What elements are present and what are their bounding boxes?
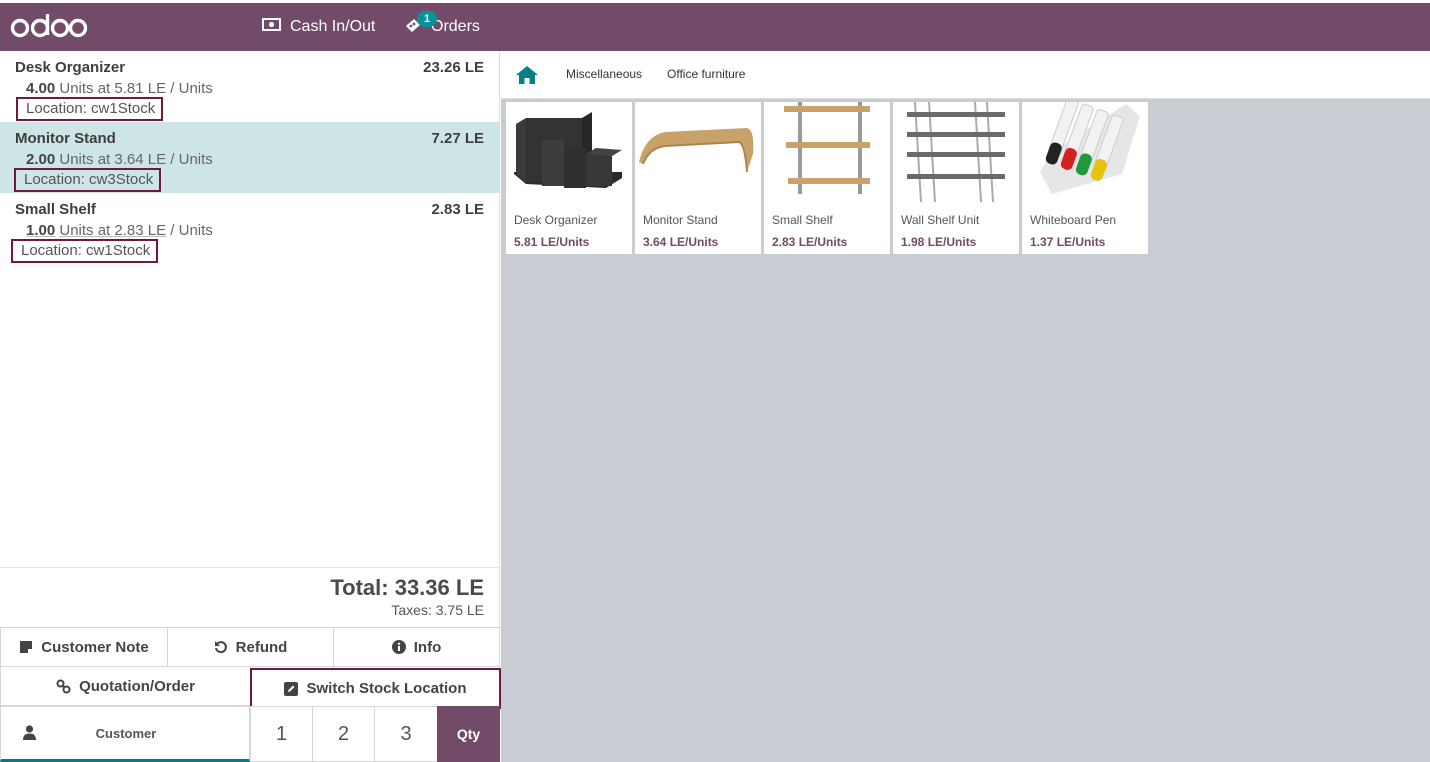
order-line-info: 2.00 Units at 3.64 LE / Units <box>26 151 213 168</box>
desk-organizer-image <box>514 112 622 188</box>
product-card-wall-shelf-unit[interactable]: Wall Shelf Unit 1.98 LE/Units <box>893 102 1019 254</box>
order-line-location: Location: cw1Stock <box>16 97 164 121</box>
product-card-monitor-stand[interactable]: Monitor Stand 3.64 LE/Units <box>635 102 761 254</box>
product-card-desk-organizer[interactable]: Desk Organizer 5.81 LE/Units <box>506 102 632 254</box>
customer-label: Customer <box>95 726 157 741</box>
sticky-note-icon <box>19 640 33 654</box>
order-line-qty: 2.00 <box>26 151 56 168</box>
info-button[interactable]: Info <box>333 627 500 667</box>
category-office-furniture[interactable]: Office furniture <box>667 67 745 81</box>
home-icon[interactable] <box>515 65 539 90</box>
order-line[interactable]: Desk Organizer 23.26 LE 4.00 Units at 5.… <box>0 51 500 122</box>
whiteboard-pen-image <box>1040 102 1140 194</box>
top-navbar: Cash In/Out 1 Orders <box>0 3 1430 51</box>
numpad-key-3[interactable]: 3 <box>374 706 438 762</box>
order-summary: Total: 33.36 LE Taxes: 3.75 LE <box>0 567 500 627</box>
monitor-stand-image <box>639 128 754 173</box>
order-line-info: 1.00 Units at 2.83 LE / Units <box>26 222 213 239</box>
product-name: Monitor Stand <box>643 213 718 227</box>
switch-stock-location-label: Switch Stock Location <box>306 680 467 697</box>
info-circle-icon <box>391 640 406 654</box>
order-line-unit-price: Units at 5.81 LE <box>59 80 167 97</box>
small-shelf-image <box>784 102 870 194</box>
order-taxes: Taxes: 3.75 LE <box>391 602 484 618</box>
orders-label: Orders <box>431 18 480 35</box>
info-label: Info <box>413 638 442 656</box>
order-total: Total: 33.36 LE <box>330 575 484 600</box>
product-name: Wall Shelf Unit <box>901 213 980 227</box>
product-price: 1.98 LE/Units <box>901 235 977 249</box>
order-line-price: 23.26 LE <box>423 59 484 76</box>
order-line-product-name: Desk Organizer <box>15 59 126 76</box>
refund-button[interactable]: Refund <box>167 627 334 667</box>
order-line-selected[interactable]: Monitor Stand 7.27 LE 2.00 Units at 3.64… <box>0 122 500 193</box>
order-line-product-name: Small Shelf <box>15 201 96 218</box>
product-card-whiteboard-pen[interactable]: Whiteboard Pen 1.37 LE/Units <box>1022 102 1148 254</box>
product-card-small-shelf[interactable]: Small Shelf 2.83 LE/Units <box>764 102 890 254</box>
order-line-unit: / Units <box>166 151 213 168</box>
order-line-location: Location: cw1Stock <box>11 239 159 263</box>
product-screen: Miscellaneous Office furniture Desk Orga… <box>501 51 1430 762</box>
product-name: Whiteboard Pen <box>1030 213 1117 227</box>
orders-button[interactable]: 1 Orders <box>404 3 480 51</box>
product-name: Desk Organizer <box>514 213 598 227</box>
customer-button[interactable]: Customer <box>0 706 250 762</box>
numpad-key-2[interactable]: 2 <box>312 706 375 762</box>
numpad-key-1[interactable]: 1 <box>250 706 313 762</box>
product-price: 1.37 LE/Units <box>1030 235 1106 249</box>
product-price: 2.83 LE/Units <box>772 235 848 249</box>
order-line-price: 2.83 LE <box>431 201 484 218</box>
customer-note-button[interactable]: Customer Note <box>0 627 168 667</box>
refund-label: Refund <box>235 638 288 656</box>
switch-stock-location-button[interactable]: Switch Stock Location <box>250 668 501 709</box>
order-line-location: Location: cw3Stock <box>14 168 162 192</box>
order-line-unit-price: Units at 2.83 LE <box>59 222 167 239</box>
orders-count-badge: 1 <box>417 11 437 27</box>
customer-note-label: Customer Note <box>41 638 149 656</box>
edit-icon <box>284 681 299 696</box>
odoo-logo <box>10 14 88 38</box>
link-icon <box>56 679 71 694</box>
order-line-qty: 4.00 <box>26 80 56 97</box>
order-line-product-name: Monitor Stand <box>15 130 116 147</box>
order-panel: Desk Organizer 23.26 LE 4.00 Units at 5.… <box>0 51 501 762</box>
cash-in-out-button[interactable]: Cash In/Out <box>262 3 375 51</box>
product-name: Small Shelf <box>772 213 833 227</box>
order-line-price: 7.27 LE <box>431 130 484 147</box>
cash-in-out-label: Cash In/Out <box>290 18 376 35</box>
quotation-order-label: Quotation/Order <box>79 677 195 695</box>
order-line[interactable]: Small Shelf 2.83 LE 1.00 Units at 2.83 L… <box>0 193 500 264</box>
order-line-info: 4.00 Units at 5.81 LE / Units <box>26 80 213 97</box>
order-line-unit: / Units <box>166 80 213 97</box>
category-breadcrumb: Miscellaneous Office furniture <box>501 51 1430 99</box>
order-line-unit-price: Units at 3.64 LE <box>59 151 167 168</box>
money-icon <box>262 18 281 36</box>
order-line-qty: 1.00 <box>26 222 56 239</box>
undo-icon <box>214 640 228 654</box>
wall-shelf-unit-image <box>907 102 1005 202</box>
order-line-unit: / Units <box>166 222 213 239</box>
category-miscellaneous[interactable]: Miscellaneous <box>566 67 642 81</box>
product-price: 5.81 LE/Units <box>514 235 590 249</box>
product-price: 3.64 LE/Units <box>643 235 719 249</box>
quotation-order-button[interactable]: Quotation/Order <box>0 666 251 706</box>
numpad-qty-button[interactable]: Qty <box>437 706 500 762</box>
